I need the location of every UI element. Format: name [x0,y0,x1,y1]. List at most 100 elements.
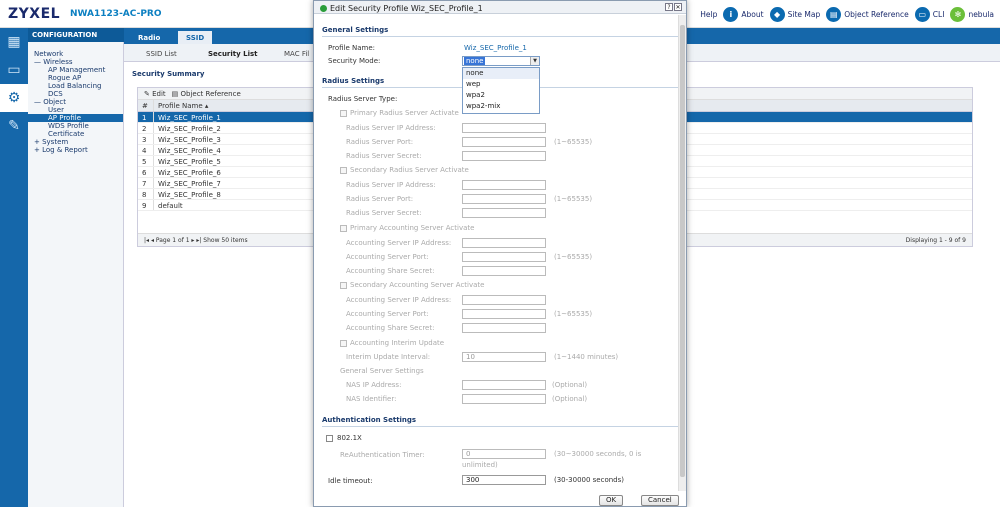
general-settings-heading: General Settings [322,26,389,34]
accounting-interim-checkbox[interactable] [340,340,347,347]
nebula-icon: ✻ [950,6,966,22]
row-number: 7 [138,178,154,188]
dot1x-label: 802.1X [337,434,362,442]
configuration-icon[interactable]: ⚙ [0,84,28,112]
dialog-title: Edit Security Profile Wiz_SEC_Profile_1 [330,3,483,13]
secondary-radius-port-input[interactable] [462,194,546,204]
interim-interval-input[interactable]: 10 [462,352,546,362]
secondary-accounting-ip-input[interactable] [462,295,546,305]
close-icon[interactable]: ✕ [674,3,682,11]
nav-item-network[interactable]: Network [34,50,123,58]
subtab-ssid-list[interactable]: SSID List [146,50,177,58]
interim-hint: (1~1440 minutes) [554,353,619,361]
primary-accounting-port-input[interactable] [462,252,546,262]
nav-item-ap-management[interactable]: AP Management [34,66,123,74]
primary-accounting-label: Primary Accounting Server Activate [350,224,475,232]
dialog-scrollbar[interactable] [678,15,686,491]
chevron-down-icon[interactable]: ▼ [530,57,539,65]
idle-timeout-label: Idle timeout: [328,477,373,485]
nav-item-certificate[interactable]: Certificate [34,130,123,138]
nav-item-ap-profile[interactable]: AP Profile [28,114,123,122]
primary-radius-checkbox[interactable] [340,110,347,117]
nav-item-wireless[interactable]: — Wireless [34,58,123,66]
displaying-count: Displaying 1 - 9 of 9 [905,237,966,244]
primary-accounting-ip-input[interactable] [462,238,546,248]
nas-identifier-label: NAS Identifier: [346,395,397,403]
row-number: 6 [138,167,154,177]
idle-timeout-input[interactable]: 300 [462,475,546,485]
secondary-accounting-checkbox[interactable] [340,282,347,289]
security-mode-label: Security Mode: [328,57,381,65]
primary-radius-port-input[interactable] [462,137,546,147]
nas-identifier-input[interactable] [462,394,546,404]
subtab-mac-filter[interactable]: MAC Fil [284,50,309,58]
object-reference-button[interactable]: ▤ Object Reference [172,90,241,98]
option-wpa2[interactable]: wpa2 [463,90,539,101]
icon-bar: ▦ ▭ ⚙ ✎ [0,28,28,507]
cancel-button[interactable]: Cancel [641,495,679,506]
nav-item-object[interactable]: — Object [34,98,123,106]
dashboard-icon[interactable]: ▦ [0,28,28,56]
nav-item-log-report[interactable]: + Log & Report [34,146,123,154]
nav-item-wds-profile[interactable]: WDS Profile [34,122,123,130]
security-mode-select[interactable]: none ▼ [462,56,540,66]
reauth-timer-input[interactable]: 0 [462,449,546,459]
col-number: # [138,100,154,111]
secondary-accounting-port-input[interactable] [462,309,546,319]
accounting-ip-label: Accounting Server IP Address: [346,296,452,304]
nav-item-user[interactable]: User [34,106,123,114]
site-map-link[interactable]: ◆ Site Map [769,6,820,22]
row-number: 1 [138,112,154,122]
subtab-security-list[interactable]: Security List [208,50,258,58]
help-link[interactable]: Help [700,10,717,19]
row-number: 9 [138,200,154,210]
ok-button[interactable]: OK [599,495,624,506]
dialog-body: General Settings Profile Name: Wiz_SEC_P… [314,15,680,491]
nav-item-dcs[interactable]: DCS [34,90,123,98]
nav-item-rogue-ap[interactable]: Rogue AP [34,74,123,82]
port-hint: (1~65535) [554,253,593,261]
divider [322,426,680,427]
accounting-secret-label: Accounting Share Secret: [346,324,435,332]
security-mode-selected: none [464,57,486,65]
dot1x-checkbox[interactable] [326,435,333,442]
option-wpa2-mix[interactable]: wpa2-mix [463,101,539,112]
radius-port-label: Radius Server Port: [346,138,414,146]
scrollbar-thumb[interactable] [680,25,685,477]
option-none[interactable]: none [463,68,539,79]
cli-link[interactable]: ▭ CLI [914,6,945,22]
nav-item-load-balancing[interactable]: Load Balancing [34,82,123,90]
secondary-accounting-secret-input[interactable] [462,323,546,333]
tab-ssid[interactable]: SSID [178,31,213,44]
primary-accounting-checkbox[interactable] [340,225,347,232]
secondary-radius-ip-input[interactable] [462,180,546,190]
primary-radius-label: Primary Radius Server Activate [350,109,459,117]
help-icon[interactable]: ? [665,3,673,11]
primary-accounting-secret-input[interactable] [462,266,546,276]
pager-controls[interactable]: |◂ ◂ Page 1 of 1 ▸ ▸| Show 50 items [144,237,248,244]
object-reference-link[interactable]: ▤ Object Reference [826,6,909,22]
nav-item-system[interactable]: + System [34,138,123,146]
monitor-icon[interactable]: ▭ [0,56,28,84]
tab-radio[interactable]: Radio [130,31,168,44]
divider [322,36,680,37]
primary-radius-ip-input[interactable] [462,123,546,133]
about-link[interactable]: i About [723,6,764,22]
dialog-controls: ? ✕ [665,3,682,11]
nav-title: CONFIGURATION [28,28,124,42]
nas-ip-input[interactable] [462,380,546,390]
nebula-label: nebula [968,9,994,19]
radius-ip-label: Radius Server IP Address: [346,181,436,189]
nebula-link[interactable]: ✻ nebula [950,6,994,22]
maintenance-icon[interactable]: ✎ [0,112,28,140]
row-number: 5 [138,156,154,166]
secondary-radius-checkbox[interactable] [340,167,347,174]
object-reference-icon: ▤ [826,6,842,22]
profile-name-value: Wiz_SEC_Profile_1 [464,44,527,52]
option-wep[interactable]: wep [463,79,539,90]
primary-radius-secret-input[interactable] [462,151,546,161]
edit-button[interactable]: ✎ Edit [144,90,166,98]
secondary-radius-secret-input[interactable] [462,208,546,218]
object-reference-button-label: Object Reference [180,90,241,98]
cli-label: CLI [932,9,945,19]
